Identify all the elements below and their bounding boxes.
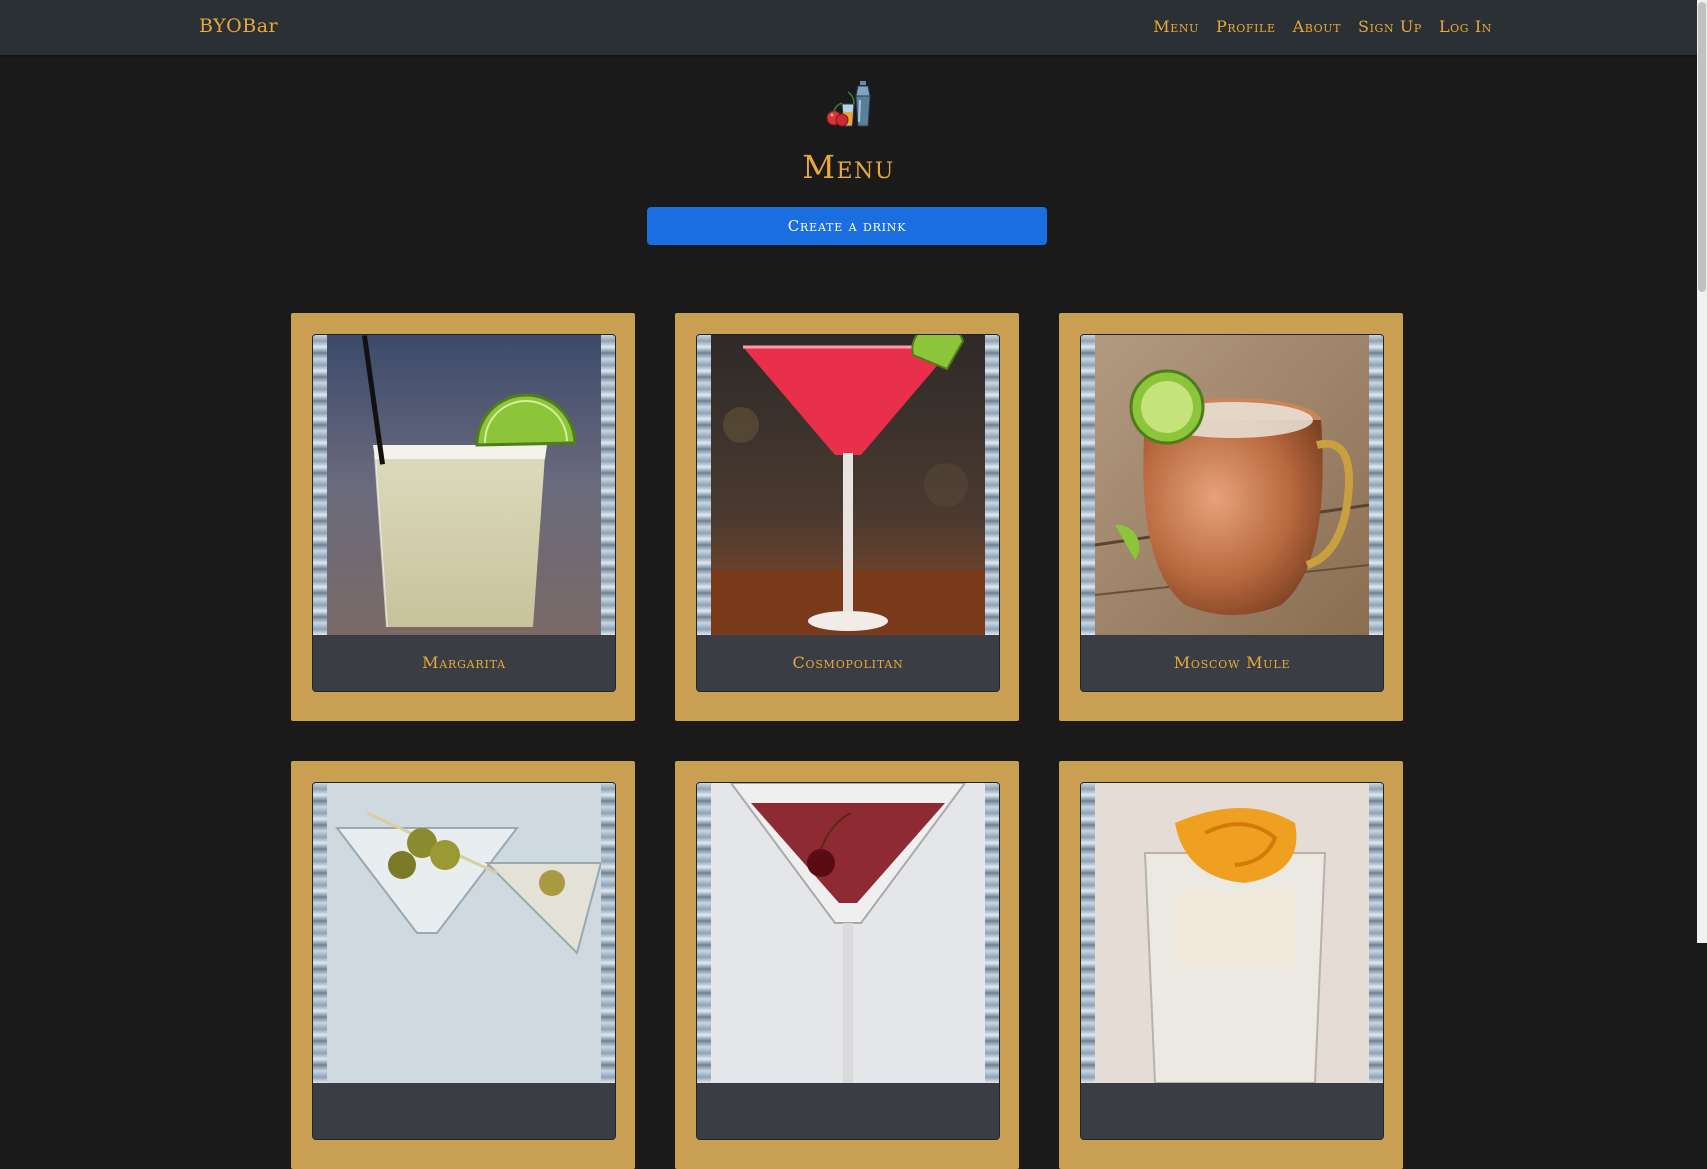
- create-drink-button[interactable]: Create a drink: [647, 207, 1047, 245]
- drink-name: Margarita: [313, 635, 615, 691]
- cosmopolitan-photo: [711, 335, 985, 635]
- drink-card-inner: [1080, 782, 1384, 1140]
- drink-card-inner: Moscow Mule: [1080, 334, 1384, 692]
- martini-photo: [327, 783, 601, 1083]
- photo-frame: [697, 335, 999, 635]
- moscow-mule-photo: [1095, 335, 1369, 635]
- drink-name: [1081, 1083, 1383, 1139]
- photo-frame: [313, 783, 615, 1083]
- nav-about-link[interactable]: About: [1293, 17, 1341, 36]
- page-title: Menu: [802, 148, 895, 186]
- top-navbar: BYOBar Menu Profile About Sign Up Log In: [0, 0, 1697, 55]
- drink-card[interactable]: Cosmopolitan: [675, 313, 1019, 721]
- drink-card[interactable]: [291, 761, 635, 1169]
- drink-card[interactable]: Margarita: [291, 313, 635, 721]
- photo-frame: [1081, 335, 1383, 635]
- drink-card-inner: [696, 782, 1000, 1140]
- drink-card-inner: [312, 782, 616, 1140]
- drink-card[interactable]: Moscow Mule: [1059, 313, 1403, 721]
- nav-links: Menu Profile About Sign Up Log In: [1153, 17, 1492, 36]
- nav-signup-link[interactable]: Sign Up: [1358, 17, 1422, 36]
- nav-profile-link[interactable]: Profile: [1216, 17, 1276, 36]
- nav-menu-link[interactable]: Menu: [1153, 17, 1199, 36]
- photo-frame: [697, 783, 999, 1083]
- drink-card[interactable]: [675, 761, 1019, 1169]
- manhattan-photo: [711, 783, 985, 1083]
- drink-name: [697, 1083, 999, 1139]
- drink-card-inner: Cosmopolitan: [696, 334, 1000, 692]
- photo-frame: [313, 335, 615, 635]
- drink-name: Cosmopolitan: [697, 635, 999, 691]
- page-scrollbar[interactable]: [1697, 0, 1707, 943]
- margarita-photo: [327, 335, 601, 635]
- old-fashioned-photo: [1095, 783, 1369, 1083]
- brand-link[interactable]: BYOBar: [199, 15, 278, 37]
- photo-frame: [1081, 783, 1383, 1083]
- drink-card[interactable]: [1059, 761, 1403, 1169]
- scrollbar-thumb[interactable]: [1698, 2, 1706, 292]
- drink-name: Moscow Mule: [1081, 635, 1383, 691]
- nav-login-link[interactable]: Log In: [1439, 17, 1492, 36]
- cocktail-shaker-icon: [826, 81, 871, 127]
- drink-card-inner: Margarita: [312, 334, 616, 692]
- drink-name: [313, 1083, 615, 1139]
